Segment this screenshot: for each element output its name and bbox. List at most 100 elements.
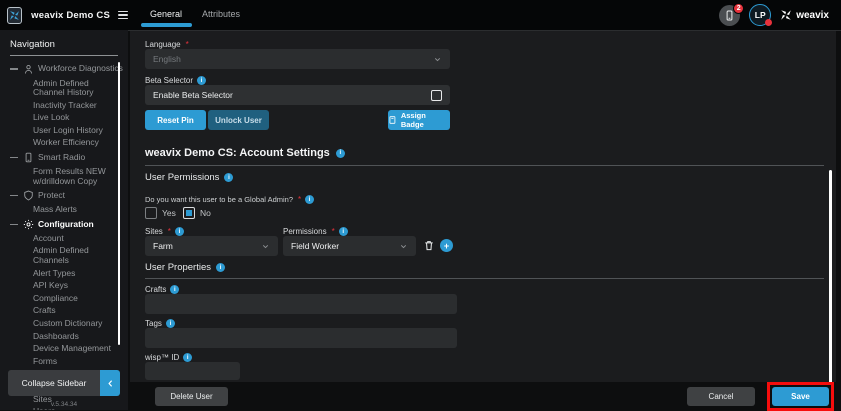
collapse-sidebar-button[interactable]: Collapse Sidebar	[8, 370, 120, 396]
header-right: 2 LP weavix	[719, 2, 841, 26]
weavix-pinwheel-icon	[781, 10, 791, 20]
language-label: Language *	[145, 40, 189, 49]
save-highlight-annotation: Save	[767, 381, 834, 411]
sidebar-item-crafts[interactable]: Crafts	[0, 305, 128, 318]
trash-icon[interactable]	[423, 239, 435, 252]
tab-attributes[interactable]: Attributes	[196, 0, 246, 30]
tags-input[interactable]	[145, 328, 457, 348]
brand-logo: weavix	[780, 9, 829, 21]
app-title: weavix Demo CS	[31, 9, 110, 21]
info-icon[interactable]: i	[224, 173, 234, 182]
cancel-button[interactable]: Cancel	[687, 386, 755, 406]
sidebar-group-smart-radio[interactable]: Smart Radio	[0, 150, 128, 166]
collapse-sidebar-label: Collapse Sidebar	[8, 370, 100, 396]
sites-select[interactable]: Farm	[145, 236, 278, 256]
header-divider	[128, 30, 841, 31]
enable-beta-selector-row: Enable Beta Selector	[145, 85, 450, 105]
global-admin-option-yes[interactable]: Yes	[145, 207, 176, 219]
gear-icon	[23, 219, 34, 230]
delete-user-button[interactable]: Delete User	[155, 386, 228, 406]
info-icon[interactable]: i	[338, 227, 348, 236]
info-icon[interactable]: i	[216, 263, 225, 272]
sidebar-item-compliance[interactable]: Compliance	[0, 292, 128, 305]
footer-bar: Delete User Cancel Save	[130, 381, 841, 411]
hamburger-menu-icon[interactable]	[118, 10, 128, 20]
sidebar-group-label: Workforce Diagnostics	[38, 63, 123, 74]
sidebar-item-forms[interactable]: Forms	[0, 355, 128, 368]
tab-bar: General Attributes	[140, 0, 254, 30]
badge-icon	[389, 116, 396, 124]
sidebar-item-mass-alerts[interactable]: Mass Alerts	[0, 204, 128, 217]
info-icon[interactable]: i	[174, 227, 184, 236]
reset-pin-button[interactable]: Reset Pin	[145, 110, 206, 130]
tab-general[interactable]: General	[140, 0, 193, 30]
person-icon	[23, 64, 34, 75]
collapse-minus-icon[interactable]	[10, 156, 18, 159]
wisp-id-input[interactable]	[145, 362, 240, 380]
notification-badge: 2	[733, 2, 745, 14]
device-phone-icon[interactable]: 2	[719, 2, 745, 26]
info-icon[interactable]: i	[197, 76, 207, 85]
crafts-input[interactable]	[145, 294, 457, 314]
top-header: weavix Demo CS General Attributes 2 LP w…	[0, 0, 841, 30]
sidebar-item-admin-defined-channel-history[interactable]: Admin Defined Channel History	[0, 77, 128, 99]
main-panel: Language * English Beta Selector i Enable …	[130, 31, 836, 385]
account-settings-heading: weavix Demo CS: Account Settings i	[145, 147, 345, 159]
user-avatar[interactable]: LP	[749, 4, 773, 26]
main-scrollbar[interactable]	[829, 170, 832, 385]
sidebar-item-inactivity-tracker[interactable]: Inactivity Tracker	[0, 99, 128, 112]
assign-badge-button[interactable]: Assign Badge	[388, 110, 450, 130]
info-icon[interactable]: i	[170, 285, 180, 294]
info-icon[interactable]: i	[183, 353, 193, 362]
info-icon[interactable]: i	[335, 148, 345, 158]
info-icon[interactable]: i	[305, 195, 315, 204]
no-checkbox[interactable]	[183, 207, 195, 219]
sites-label: Sites * i	[145, 227, 184, 236]
chevron-left-icon	[100, 370, 120, 396]
sidebar-item-device-management[interactable]: Device Management	[0, 343, 128, 356]
unlock-user-button[interactable]: Unlock User	[208, 110, 269, 130]
sidebar-item-live-look[interactable]: Live Look	[0, 112, 128, 125]
sidebar-item-api-keys[interactable]: API Keys	[0, 280, 128, 293]
sidebar-item-account[interactable]: Account	[0, 232, 128, 245]
sidebar-item-alert-types[interactable]: Alert Types	[0, 267, 128, 280]
sidebar-header: weavix Demo CS	[0, 6, 128, 24]
sidebar-group-label: Smart Radio	[38, 151, 86, 162]
save-button[interactable]: Save	[772, 386, 829, 406]
permissions-select[interactable]: Field Worker	[283, 236, 416, 256]
app-version: v.5.34.34	[50, 401, 78, 408]
sidebar-group-configuration[interactable]: Configuration	[0, 216, 128, 232]
section-divider	[145, 278, 824, 279]
language-select[interactable]: English	[145, 49, 450, 69]
shield-icon	[23, 190, 34, 201]
navigation-sidebar: Navigation Workforce Diagnostics Admin De…	[0, 30, 128, 410]
sidebar-item-custom-dictionary[interactable]: Custom Dictionary	[0, 318, 128, 331]
sidebar-group-workforce-diagnostics[interactable]: Workforce Diagnostics	[0, 61, 128, 77]
sidebar-item-worker-efficiency[interactable]: Worker Efficiency	[0, 137, 128, 150]
beta-selector-label: Beta Selector i	[145, 76, 207, 85]
info-icon[interactable]: i	[165, 319, 175, 328]
status-dot	[765, 19, 773, 26]
radio-icon	[23, 152, 34, 163]
sidebar-item-dashboards[interactable]: Dashboards	[0, 330, 128, 343]
collapse-minus-icon[interactable]	[10, 68, 18, 70]
sidebar-item-form-results-new-w-drilldown-copy[interactable]: Form Results NEW w/drilldown Copy	[0, 166, 128, 188]
enable-beta-checkbox[interactable]	[431, 89, 442, 101]
chevron-down-icon	[399, 242, 408, 251]
add-permission-icon[interactable]: +	[440, 239, 453, 252]
wisp-id-label: wisp™ ID i	[145, 353, 193, 362]
permissions-label: Permissions * i	[283, 227, 348, 236]
global-admin-option-no[interactable]: No	[183, 207, 211, 219]
sidebar-tree: Workforce Diagnostics Admin Defined Chann…	[0, 56, 128, 410]
collapse-minus-icon[interactable]	[10, 223, 18, 225]
sidebar-group-label: Protect	[38, 190, 65, 200]
section-divider	[145, 165, 824, 166]
sidebar-item-user-login-history[interactable]: User Login History	[0, 124, 128, 137]
sidebar-item-admin-defined-channels[interactable]: Admin Defined Channels	[0, 245, 128, 267]
sidebar-group-protect[interactable]: Protect	[0, 188, 128, 204]
collapse-minus-icon[interactable]	[10, 195, 18, 197]
tags-label: Tags i	[145, 319, 175, 328]
chevron-down-icon	[261, 242, 270, 251]
yes-checkbox[interactable]	[145, 207, 157, 219]
sidebar-scrollbar[interactable]	[117, 62, 120, 345]
